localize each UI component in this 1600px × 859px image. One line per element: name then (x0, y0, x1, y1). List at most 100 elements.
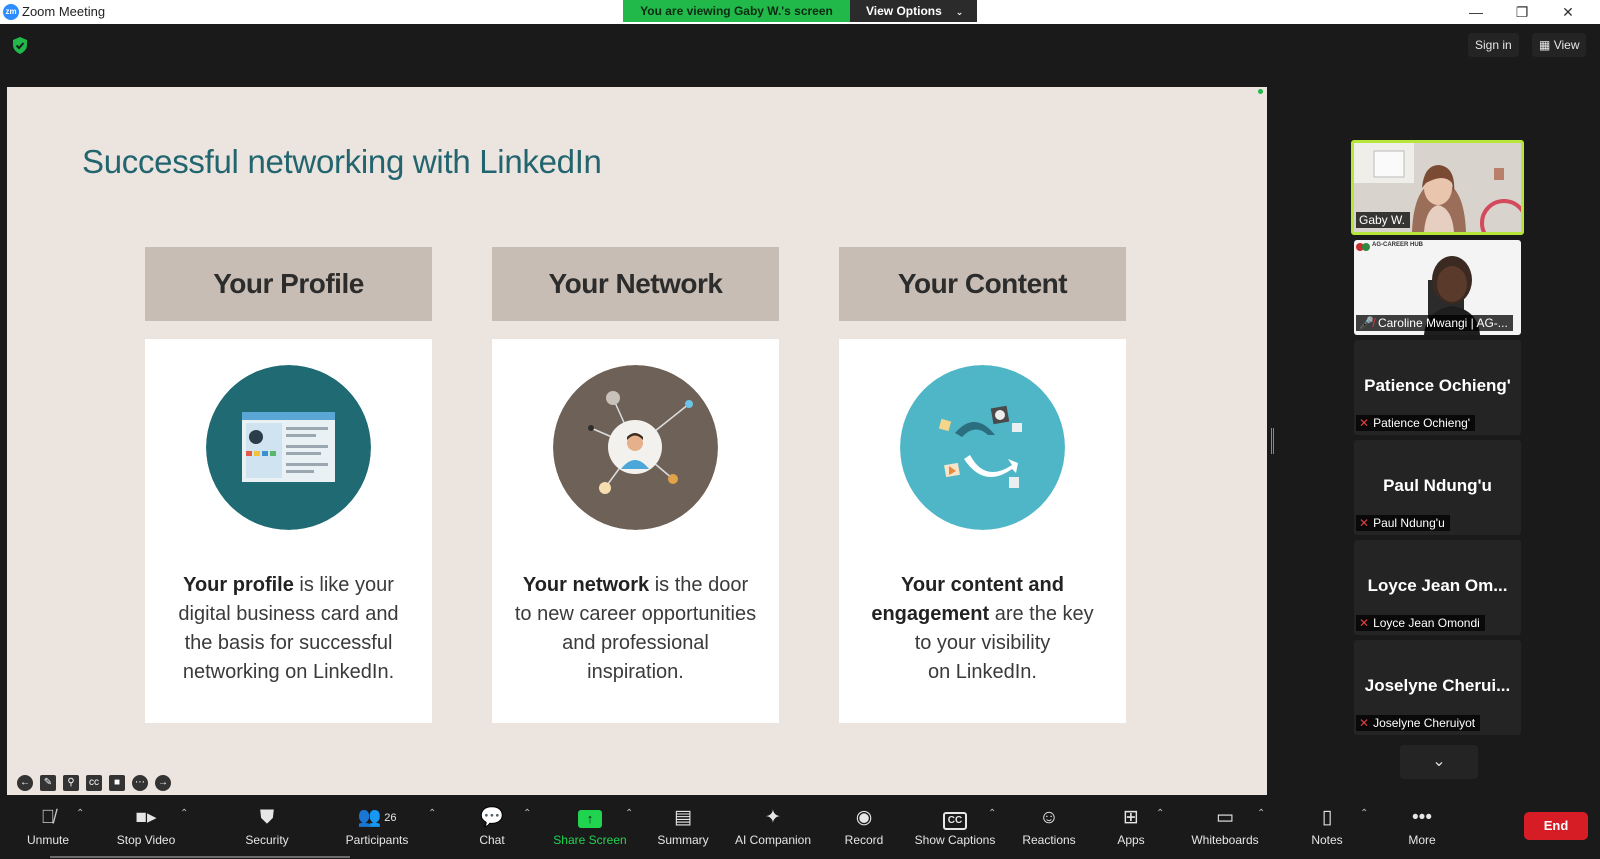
slide-title: Successful networking with LinkedIn (82, 143, 602, 180)
reactions-button[interactable]: ☺ Reactions (1018, 806, 1080, 847)
participant-name: ✕ Paul Ndung'u (1356, 515, 1450, 531)
participant-name: ✕ Patience Ochieng' (1356, 415, 1476, 431)
chevron-down-icon: ⌄ (955, 7, 964, 17)
apps-grid-icon: ⊞ (1123, 807, 1139, 828)
screen-share-banner: You are viewing Gaby W.'s screen View Op… (623, 0, 977, 22)
sign-in-button[interactable]: Sign in (1468, 33, 1519, 57)
profile-description: Your profile is like your digital busine… (178, 574, 399, 683)
video-tile-caroline[interactable]: AG-CAREER HUB 🎤̸ Caroline Mwangi | AG-... (1354, 240, 1521, 335)
mic-muted-icon: ✕ (1359, 616, 1370, 630)
participant-display-name: Joselyne Cherui... (1364, 676, 1511, 695)
previous-icon[interactable]: ← (17, 775, 33, 791)
participants-button[interactable]: 👥 26 Participants (341, 806, 413, 847)
captions-options-caret[interactable]: ⌃ (988, 808, 996, 819)
chat-options-caret[interactable]: ⌃ (523, 808, 531, 819)
captions-icon[interactable]: cc (86, 775, 102, 791)
chat-button[interactable]: 💬 Chat (476, 806, 508, 847)
profile-card: Your profile is like your digital busine… (145, 339, 432, 723)
zoom-icon[interactable]: ⚲ (63, 775, 79, 791)
network-header: Your Network (492, 247, 779, 321)
mic-muted-icon: ✕ (1359, 716, 1370, 730)
window-titlebar: zm Zoom Meeting You are viewing Gaby W.'… (0, 0, 1600, 24)
profile-column: Your Profile Your profile is like your d… (145, 247, 432, 723)
network-column: Your Network Your network is the door to… (492, 247, 779, 723)
record-icon: ◉ (855, 807, 873, 828)
more-button[interactable]: ••• More (1405, 806, 1439, 847)
next-icon[interactable]: → (155, 775, 171, 791)
sparkle-icon: ✦ (765, 807, 781, 828)
more-dots-icon: ••• (1412, 807, 1432, 828)
unmute-button[interactable]: 🎙̸ Unmute (22, 806, 74, 847)
camera-icon[interactable]: ■ (109, 775, 125, 791)
summary-doc-icon: ▤ (674, 807, 692, 828)
participant-tile-joselyne[interactable]: Joselyne Cherui... ✕ Joselyne Cheruiyot (1354, 640, 1521, 735)
mic-muted-icon: ✕ (1359, 416, 1370, 430)
network-description: Your network is the door to new career o… (514, 574, 757, 683)
mic-muted-icon: 🎤̸ (1359, 316, 1374, 330)
window-title: Zoom Meeting (22, 4, 106, 19)
content-description: Your content and engagement are the key … (871, 574, 1094, 683)
toolbar-divider (50, 856, 350, 858)
apps-button[interactable]: ⊞ Apps (1115, 806, 1147, 847)
video-camera-icon: ■▸ (135, 807, 157, 828)
show-captions-button[interactable]: CC Show Captions (911, 806, 999, 847)
share-options-caret[interactable]: ⌃ (625, 808, 633, 819)
end-meeting-button[interactable]: End (1524, 812, 1588, 840)
shared-screen[interactable]: Successful networking with LinkedIn Your… (7, 87, 1267, 795)
chat-bubble-icon: 💬 (480, 807, 504, 828)
stop-video-button[interactable]: ■▸ Stop Video (110, 806, 182, 847)
view-label: View (1553, 38, 1580, 52)
people-icon: 👥 (357, 807, 382, 828)
network-card: Your network is the door to new career o… (492, 339, 779, 723)
notes-button[interactable]: ▯ Notes (1309, 806, 1345, 847)
record-button[interactable]: ◉ Record (840, 806, 888, 847)
profile-header: Your Profile (145, 247, 432, 321)
participants-count: 26 (384, 812, 397, 824)
encryption-shield-icon[interactable] (12, 37, 28, 54)
notes-icon: ▯ (1321, 807, 1333, 828)
summary-button[interactable]: ▤ Summary (654, 806, 712, 847)
participant-tile-patience[interactable]: Patience Ochieng' ✕ Patience Ochieng' (1354, 340, 1521, 435)
minimize-button[interactable]: — (1453, 0, 1499, 24)
close-button[interactable]: ✕ (1545, 0, 1591, 24)
content-header: Your Content (839, 247, 1126, 321)
video-options-caret[interactable]: ⌃ (180, 808, 188, 819)
gallery-scroll-down-button[interactable]: ⌄ (1400, 745, 1478, 779)
whiteboard-icon: ▭ (1216, 807, 1234, 828)
participant-name: ✕ Joselyne Cheruiyot (1356, 715, 1481, 731)
participant-name: ✕ Loyce Jean Omondi (1356, 615, 1485, 631)
share-screen-button[interactable]: ↑ Share Screen (552, 806, 628, 847)
resize-handle[interactable] (1271, 428, 1274, 454)
view-button[interactable]: ▦ View (1532, 33, 1587, 57)
view-layout-icon: ▦ (1539, 38, 1551, 52)
pen-icon[interactable]: ✎ (40, 775, 56, 791)
mic-off-icon: 🎙̸ (40, 807, 56, 828)
ai-companion-button[interactable]: ✦ AI Companion (732, 806, 814, 847)
mic-muted-icon: ✕ (1359, 516, 1370, 530)
whiteboards-button[interactable]: ▭ Whiteboards (1186, 806, 1264, 847)
content-card: Your content and engagement are the key … (839, 339, 1126, 723)
notes-options-caret[interactable]: ⌃ (1360, 808, 1368, 819)
meeting-toolbar: 🎙̸ Unmute ⌃ ■▸ Stop Video ⌃ ⛊ Security 👥… (0, 796, 1600, 859)
smiley-plus-icon: ☺ (1039, 807, 1059, 828)
view-options-label: View Options (866, 4, 942, 18)
apps-options-caret[interactable]: ⌃ (1156, 808, 1164, 819)
content-column: Your Content Your content and engagement… (839, 247, 1126, 723)
participant-tile-paul[interactable]: Paul Ndung'u ✕ Paul Ndung'u (1354, 440, 1521, 535)
participant-gallery: Gaby W. AG-CAREER HUB 🎤̸ Caroline Mwangi … (1351, 140, 1527, 740)
whiteboards-options-caret[interactable]: ⌃ (1257, 808, 1265, 819)
restore-button[interactable]: ❐ (1499, 0, 1545, 24)
viewing-screen-label: You are viewing Gaby W.'s screen (623, 0, 850, 22)
cc-icon: CC (911, 806, 999, 830)
participants-options-caret[interactable]: ⌃ (428, 808, 436, 819)
audio-options-caret[interactable]: ⌃ (76, 808, 84, 819)
share-indicator-dot (1258, 89, 1263, 94)
security-button[interactable]: ⛊ Security (242, 806, 292, 847)
participant-display-name: Paul Ndung'u (1383, 476, 1492, 495)
content-sharing-icon (900, 365, 1065, 530)
participant-tile-loyce[interactable]: Loyce Jean Om... ✕ Loyce Jean Omondi (1354, 540, 1521, 635)
view-options-button[interactable]: View Options ⌄ (850, 0, 977, 22)
more-icon[interactable]: ⋯ (132, 775, 148, 791)
annotation-toolbar: ← ✎ ⚲ cc ■ ⋯ → (17, 775, 171, 791)
video-tile-gaby[interactable]: Gaby W. (1351, 140, 1524, 235)
